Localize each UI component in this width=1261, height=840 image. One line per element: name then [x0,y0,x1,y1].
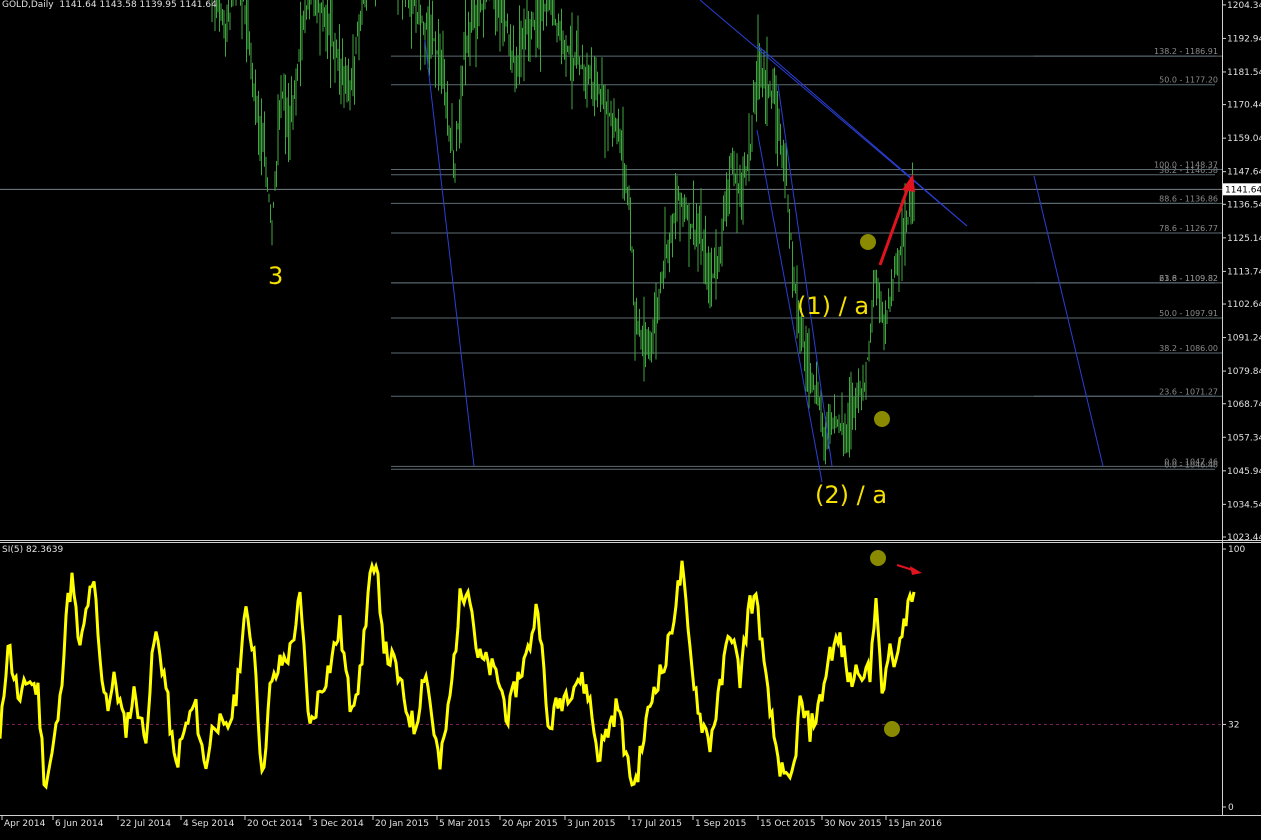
fib-level-label: 23.6 - 1071.27 [1159,387,1218,396]
wave-1a-label: (1) / a [797,292,870,320]
price-tick-label: 1091.24 [1227,334,1261,344]
ohlc-values: 1141.64 1143.58 1139.95 1141.64 [59,0,217,10]
price-tick-label: 1079.84 [1227,367,1261,377]
price-tick-label: 1147.64 [1227,168,1261,178]
fib-level-label: 38.2 - 1146.58 [1159,166,1218,175]
time-tick-label: 15 Oct 2015 [760,819,816,829]
time-tick-label: 20 Apr 2015 [502,819,558,829]
fib-level-label: 50.0 - 1177.20 [1159,76,1218,85]
price-tick-label: 1068.74 [1227,400,1261,410]
indicator-tick-label: 0 [1228,803,1234,813]
time-tick-label: 15 Jan 2016 [888,819,942,829]
time-tick-label: 17 Jul 2015 [631,819,682,829]
time-tick-label: 1 Sep 2015 [695,819,746,829]
wave-2a-label: (2) / a [815,481,888,509]
time-tick-label: 5 Mar 2015 [439,819,490,829]
time-tick-label: 6 Jun 2014 [55,819,104,829]
current-price-label: 1141.64 [1225,185,1261,195]
indicator-tick-label: 32 [1228,720,1239,730]
price-tick-label: 1181.54 [1227,68,1261,78]
price-tick-label: 1045.94 [1227,467,1261,477]
price-tick-label: 1159.04 [1227,134,1261,144]
fib-level-label: 23.6 - 1109.82 [1159,274,1218,283]
fib-level-label: 78.6 - 1126.77 [1159,224,1218,233]
indicator-marker-dot [884,721,900,737]
price-tick-label: 1034.54 [1227,500,1261,510]
marker-dot [874,411,890,427]
price-tick-label: 1136.54 [1227,200,1261,210]
fib-level-label: 0.0 - 1046.46 [1164,460,1218,469]
time-tick-label: 20 Oct 2014 [247,819,303,829]
time-tick-label: 30 Nov 2015 [824,819,882,829]
time-tick-label: 4 Sep 2014 [183,819,235,829]
price-tick-label: 1113.74 [1227,267,1261,277]
indicator-title: SI(5) 82.3639 [2,545,64,555]
time-tick-label: 20 Jan 2015 [375,819,429,829]
fib-level-label: 38.2 - 1086.00 [1159,344,1218,353]
fib-level-label: 138.2 - 1186.91 [1154,47,1218,56]
fib-level-label: 50.0 - 1097.91 [1159,309,1218,318]
marker-dot [860,234,876,250]
price-tick-label: 1023.44 [1227,533,1261,543]
price-tick-label: 1192.94 [1227,34,1261,44]
price-tick-label: 1204.34 [1227,1,1261,11]
price-tick-label: 1170.44 [1227,101,1261,111]
time-tick-label: Apr 2014 [4,819,46,829]
time-tick-label: 3 Jun 2015 [567,819,615,829]
symbol-label: GOLD,Daily [2,0,54,10]
chart-title: GOLD,Daily 1141.64 1143.58 1139.95 1141.… [2,0,217,10]
time-tick-label: 3 Dec 2014 [312,819,364,829]
indicator-tick-label: 100 [1228,545,1245,555]
price-tick-label: 1125.14 [1227,234,1261,244]
indicator-marker-dot [870,550,886,566]
wave-3-label: 3 [268,262,284,290]
price-tick-label: 1057.34 [1227,433,1261,443]
gold-daily-chart[interactable]: 138.2 - 1186.9150.0 - 1177.20100.0 - 114… [0,0,1261,840]
fib-level-label: 88.6 - 1136.86 [1159,194,1218,203]
time-tick-label: 22 Jul 2014 [120,819,171,829]
price-tick-label: 1102.64 [1227,300,1261,310]
